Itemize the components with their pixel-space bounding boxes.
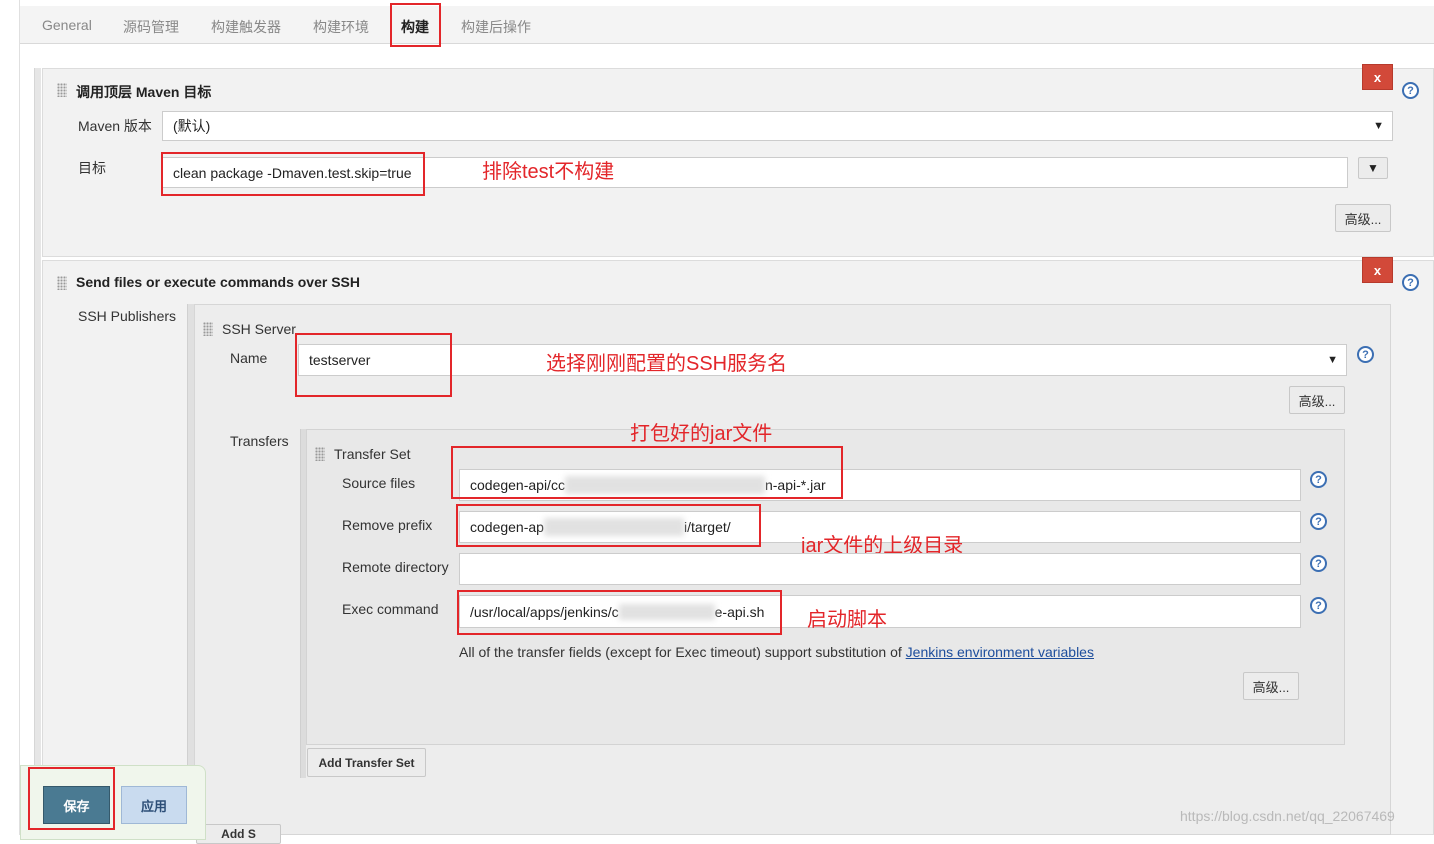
exec-command-label: Exec command bbox=[342, 601, 439, 617]
ssh-step-title: Send files or execute commands over SSH bbox=[76, 274, 360, 290]
annotation-packaged-jar: 打包好的jar文件 bbox=[630, 423, 773, 445]
tab-build-environment[interactable]: 构建环境 bbox=[313, 17, 369, 37]
jenkins-env-vars-link[interactable]: Jenkins environment variables bbox=[906, 644, 1094, 660]
apply-button[interactable]: 应用 bbox=[121, 786, 187, 824]
highlight-save-button bbox=[28, 767, 115, 830]
remote-directory-input[interactable] bbox=[459, 553, 1301, 585]
annotation-exclude-test: 排除test不构建 bbox=[482, 161, 615, 183]
ssh-publishers-label: SSH Publishers bbox=[78, 308, 177, 324]
build-steps-rail bbox=[34, 68, 41, 768]
maven-step-title: 调用顶层 Maven 目标 bbox=[76, 84, 212, 100]
annotation-select-ssh: 选择刚刚配置的SSH服务名 bbox=[546, 353, 788, 375]
help-icon[interactable]: ? bbox=[1310, 513, 1327, 530]
transfers-label: Transfers bbox=[230, 433, 289, 449]
drag-handle-icon[interactable] bbox=[57, 276, 67, 290]
left-border bbox=[19, 0, 20, 835]
server-name-label: Name bbox=[230, 350, 268, 366]
delete-maven-step-button[interactable]: x bbox=[1362, 64, 1393, 90]
transfer-set-advanced-button[interactable]: 高级... bbox=[1243, 672, 1299, 700]
highlight-remove-prefix bbox=[456, 504, 761, 547]
tab-scm[interactable]: 源码管理 bbox=[123, 17, 179, 37]
highlight-server-name bbox=[295, 333, 452, 397]
watermark: https://blog.csdn.net/qq_22067469 bbox=[1180, 808, 1395, 824]
help-icon[interactable]: ? bbox=[1310, 555, 1327, 572]
dropdown-caret-icon: ▼ bbox=[1373, 120, 1384, 132]
drag-handle-icon[interactable] bbox=[57, 83, 67, 97]
expand-goals-button[interactable]: ▼ bbox=[1358, 157, 1388, 179]
server-name-select[interactable]: testserver ▼ bbox=[298, 344, 1347, 376]
transfer-set-title: Transfer Set bbox=[334, 446, 411, 462]
drag-handle-icon[interactable] bbox=[315, 447, 325, 461]
annotation-start-script: 启动脚本 bbox=[807, 609, 887, 631]
tab-general[interactable]: General bbox=[42, 17, 92, 33]
help-icon[interactable]: ? bbox=[1310, 471, 1327, 488]
ssh-server-rail bbox=[187, 304, 194, 835]
drag-handle-icon[interactable] bbox=[203, 322, 213, 336]
dropdown-caret-icon: ▼ bbox=[1327, 354, 1338, 366]
highlight-exec-command bbox=[457, 590, 782, 635]
maven-version-select[interactable]: (默认) ▼ bbox=[162, 111, 1393, 141]
tab-post-build[interactable]: 构建后操作 bbox=[461, 17, 531, 37]
maven-version-label: Maven 版本 bbox=[78, 118, 152, 134]
maven-version-value: (默认) bbox=[173, 118, 211, 134]
transfer-note-text: All of the transfer fields (except for E… bbox=[459, 644, 906, 660]
ssh-server-advanced-button[interactable]: 高级... bbox=[1289, 386, 1345, 414]
transfer-note: All of the transfer fields (except for E… bbox=[459, 644, 1094, 660]
remote-directory-label: Remote directory bbox=[342, 559, 449, 575]
help-icon[interactable]: ? bbox=[1402, 274, 1419, 291]
ssh-server-title: SSH Server bbox=[222, 321, 296, 337]
help-icon[interactable]: ? bbox=[1402, 82, 1419, 99]
highlight-source-files bbox=[451, 446, 843, 499]
help-icon[interactable]: ? bbox=[1357, 346, 1374, 363]
tab-build-triggers[interactable]: 构建触发器 bbox=[211, 17, 281, 37]
maven-advanced-button[interactable]: 高级... bbox=[1335, 204, 1391, 232]
help-icon[interactable]: ? bbox=[1310, 597, 1327, 614]
remove-prefix-label: Remove prefix bbox=[342, 517, 433, 533]
delete-ssh-step-button[interactable]: x bbox=[1362, 257, 1393, 283]
add-transfer-set-button[interactable]: Add Transfer Set bbox=[307, 748, 426, 777]
goals-label: 目标 bbox=[78, 160, 106, 176]
add-server-button[interactable]: Add S bbox=[196, 824, 281, 844]
source-files-label: Source files bbox=[342, 475, 416, 491]
highlight-build-tab bbox=[390, 3, 441, 47]
highlight-goals bbox=[161, 152, 425, 196]
